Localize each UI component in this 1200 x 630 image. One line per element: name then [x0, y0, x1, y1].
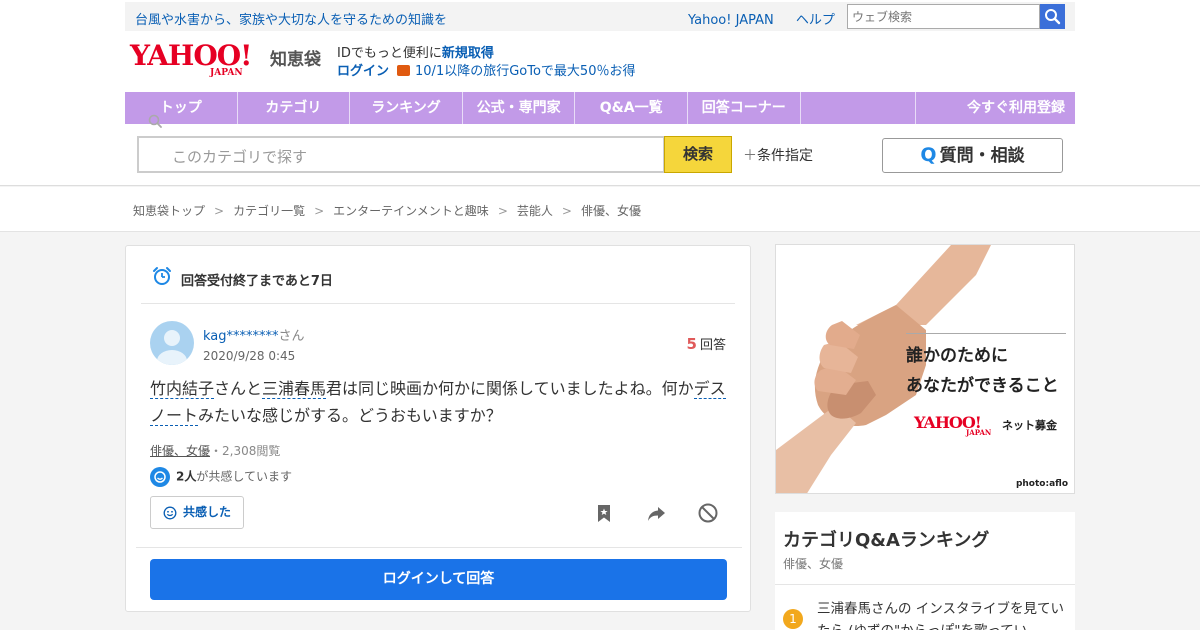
web-search-input[interactable]: [847, 4, 1040, 29]
logo-sub-text: JAPAN: [210, 68, 243, 78]
condition-link[interactable]: ＋条件指定: [743, 145, 813, 165]
main-nav: トップ カテゴリ ランキング 公式・専門家 Q&A一覧 回答コーナー 今すぐ利用…: [125, 92, 1075, 124]
breadcrumb-item[interactable]: 芸能人: [517, 204, 553, 218]
category-ranking: カテゴリQ&Aランキング 俳優、女優 1 三浦春馬さんの インスタライブを見てい…: [775, 512, 1075, 630]
breadcrumb-separator: >: [497, 204, 508, 218]
question-date: 2020/9/28 0:45: [203, 349, 296, 363]
empathy-count: 2人: [176, 469, 197, 484]
divider: [775, 584, 1075, 585]
question-q-icon: Q: [920, 144, 937, 166]
signup-link[interactable]: 新規取得: [442, 46, 494, 61]
help-link[interactable]: ヘルプ: [796, 13, 835, 28]
block-icon[interactable]: [697, 502, 719, 524]
nav-register[interactable]: 今すぐ利用登録: [915, 92, 1075, 124]
avatar[interactable]: [150, 321, 194, 365]
suitcase-icon: [397, 65, 411, 76]
header: YAHOO! JAPAN 知恵袋 IDでもっと便利に新規取得 ログイン 10/1以…: [0, 33, 1200, 186]
ask-question-button[interactable]: Q 質問・相談: [882, 138, 1063, 173]
ad-divider: [906, 333, 1066, 334]
alarm-clock-icon: [153, 267, 171, 285]
breadcrumb-separator: >: [561, 204, 572, 218]
ad-headline-1: 誰かのために: [906, 346, 1008, 366]
empathy-text: が共感しています: [196, 469, 293, 484]
ad-service-name: ネット募金: [1002, 419, 1057, 432]
breadcrumb: 知恵袋トップ > カテゴリ一覧 > エンターテインメントと趣味 > 芸能人 > 俳優、女優: [0, 187, 1200, 232]
nav-ranking[interactable]: ランキング: [350, 92, 463, 124]
breadcrumb-item[interactable]: エンターテインメントと趣味: [333, 204, 489, 218]
login-answer-button[interactable]: ログインして回答: [150, 559, 727, 600]
yahoo-logo[interactable]: YAHOO! JAPAN: [130, 41, 270, 81]
username-text: kag********: [203, 329, 279, 344]
smile-icon: [163, 506, 177, 520]
ad-photo-credit: photo:aflo: [1015, 479, 1068, 489]
nav-category[interactable]: カテゴリ: [238, 92, 351, 124]
empathy-button-label: 共感した: [183, 505, 232, 519]
divider: [141, 303, 735, 304]
web-search-button[interactable]: [1040, 4, 1065, 29]
nav-top[interactable]: トップ: [125, 92, 238, 124]
ask-label: 質問・相談: [939, 146, 1025, 166]
breadcrumb-separator: >: [314, 204, 325, 218]
share-icon[interactable]: [645, 502, 667, 524]
ranking-item-link[interactable]: 三浦春馬さんの インスタライブを見ていたら (ゆずの"からっぽ"を歌ってい: [817, 598, 1067, 630]
category-link[interactable]: 俳優、女優: [150, 444, 210, 458]
id-line: IDでもっと便利に新規取得: [337, 42, 494, 61]
question-meta: 俳優、女優・2,308閲覧: [150, 442, 280, 459]
ad-yahoo-logo-sub: JAPAN: [966, 428, 992, 437]
divider: [136, 547, 742, 548]
empathy-button[interactable]: 共感した: [150, 496, 244, 529]
category-search-button[interactable]: 検索: [664, 136, 732, 173]
view-count: ・2,308閲覧: [210, 444, 281, 458]
keyword-link[interactable]: 三浦春馬: [262, 379, 327, 399]
breadcrumb-items: 知恵袋トップ > カテゴリ一覧 > エンターテインメントと趣味 > 芸能人 > 俳優、女優: [133, 202, 641, 219]
breadcrumb-item[interactable]: カテゴリ一覧: [233, 204, 305, 218]
plus-icon: ＋: [743, 148, 757, 164]
user-silhouette-icon: [157, 330, 187, 365]
top-links: Yahoo! JAPAN ヘルプ: [688, 9, 853, 28]
answer-count[interactable]: 5 回答: [687, 334, 726, 353]
username[interactable]: kag********さん: [203, 325, 305, 344]
ranking-title: カテゴリQ&Aランキング: [783, 530, 990, 551]
breadcrumb-separator: >: [214, 204, 225, 218]
bookmark-icon[interactable]: [593, 502, 615, 524]
search-icon: [1045, 9, 1061, 25]
holding-hands-image: [776, 245, 991, 493]
breadcrumb-item[interactable]: 知恵袋トップ: [133, 204, 205, 218]
empathy-icon: [150, 467, 170, 487]
answer-count-label: 回答: [699, 338, 726, 353]
id-text: IDでもっと便利に: [337, 46, 442, 61]
login-link[interactable]: ログイン: [337, 64, 389, 79]
question-card: 回答受付終了まであと7日 kag********さん 2020/9/28 0:4…: [125, 245, 751, 612]
ranking-subtitle: 俳優、女優: [783, 557, 844, 571]
service-name[interactable]: 知恵袋: [270, 45, 321, 70]
category-search-input[interactable]: このカテゴリで探す: [137, 136, 665, 173]
answer-count-number: 5: [686, 335, 697, 353]
question-text: みたいな感じがする。どうおもいますか？: [198, 406, 502, 425]
question-text: さんと: [214, 379, 263, 398]
search-icon: [148, 114, 162, 128]
nav-answer-corner[interactable]: 回答コーナー: [688, 92, 801, 124]
goto-promo-link[interactable]: 10/1以降の旅行GoToで最大50％お得: [415, 64, 635, 79]
disaster-tagline-link[interactable]: 台風や水害から、家族や大切な人を守るための知識を: [135, 9, 447, 28]
question-body: 竹内結子さんと三浦春馬君は同じ映画か何かに関係していましたよね。何かデスノートみ…: [150, 375, 730, 429]
yahoo-japan-link[interactable]: Yahoo! JAPAN: [688, 13, 774, 28]
nav-official[interactable]: 公式・専門家: [463, 92, 576, 124]
top-bar: 台風や水害から、家族や大切な人を守るための知識を Yahoo! JAPAN ヘル…: [0, 0, 1200, 33]
honorific: さん: [278, 329, 305, 344]
ad-headline-2: あなたができること: [906, 376, 1059, 396]
condition-label: 条件指定: [757, 148, 813, 164]
empathy-row: 2人が共感しています: [150, 467, 292, 487]
rank-badge: 1: [783, 609, 803, 629]
breadcrumb-item[interactable]: 俳優、女優: [581, 204, 641, 218]
logo-main-text: YAHOO!: [130, 39, 252, 72]
question-text: 君は同じ映画か何かに関係していましたよね。何か: [326, 379, 694, 398]
keyword-link[interactable]: 竹内結子: [150, 379, 215, 399]
donation-ad-banner[interactable]: 誰かのために あなたができること YAHOO! JAPAN ネット募金 phot…: [775, 244, 1075, 494]
nav-qa-list[interactable]: Q&A一覧: [575, 92, 688, 124]
top-bar-inner: 台風や水害から、家族や大切な人を守るための知識を Yahoo! JAPAN ヘル…: [125, 2, 1075, 31]
login-line: ログイン 10/1以降の旅行GoToで最大50％お得: [337, 60, 635, 79]
deadline-text: 回答受付終了まであと7日: [181, 274, 333, 289]
